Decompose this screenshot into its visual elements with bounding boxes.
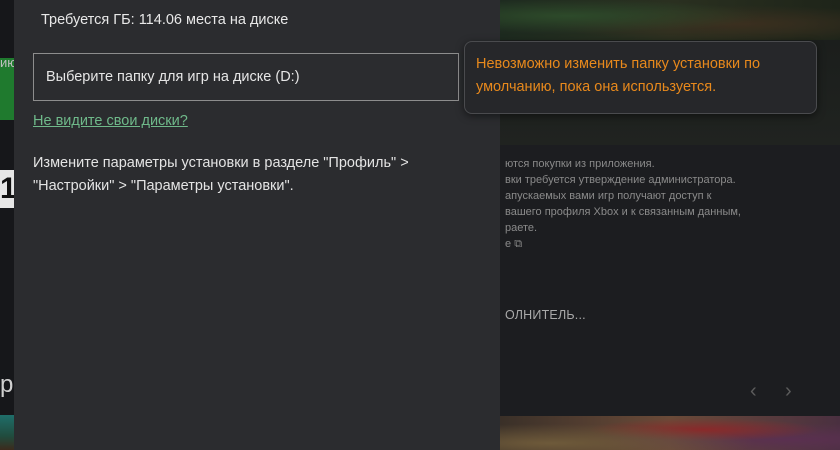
publisher-label: ОЛНИТЕЛЬ...	[505, 308, 586, 322]
background-thumbnail	[0, 415, 14, 450]
external-link-icon: ⧉	[514, 238, 523, 250]
install-settings-hint: Измените параметры установки в разделе "…	[33, 155, 409, 194]
game-thumbnail	[500, 416, 840, 450]
chevron-left-icon[interactable]: ‹	[750, 380, 757, 403]
space-required-label: Требуется ГБ: 114.06 места на диске	[41, 12, 289, 28]
install-folder-select[interactable]: Выберите папку для игр на диске (D:)	[33, 53, 459, 101]
info-line: ются покупки из приложения.	[505, 158, 655, 170]
chevron-right-icon[interactable]: ›	[785, 380, 792, 403]
background-partial-heading: р	[0, 372, 14, 398]
game-hero-image	[500, 0, 840, 40]
info-line: апускаемых вами игр получают доступ к	[505, 190, 712, 202]
background-partial-label: ию	[0, 56, 14, 70]
game-info-text: ются покупки из приложения. вки требуетс…	[505, 156, 835, 252]
info-line: вки требуется утверждение администратора…	[505, 174, 736, 186]
info-line: вашего профиля Xbox и к связанным данным…	[505, 206, 741, 218]
info-link[interactable]: е ⧉	[505, 236, 835, 252]
missing-drives-link[interactable]: Не видите свои диски?	[33, 113, 188, 129]
age-rating-badge: 18	[0, 170, 14, 208]
info-line: раете.	[505, 222, 538, 234]
install-dialog: Требуется ГБ: 114.06 места на диске Выбе…	[14, 0, 500, 450]
folder-in-use-tooltip: Невозможно изменить папку установки по у…	[464, 41, 817, 114]
